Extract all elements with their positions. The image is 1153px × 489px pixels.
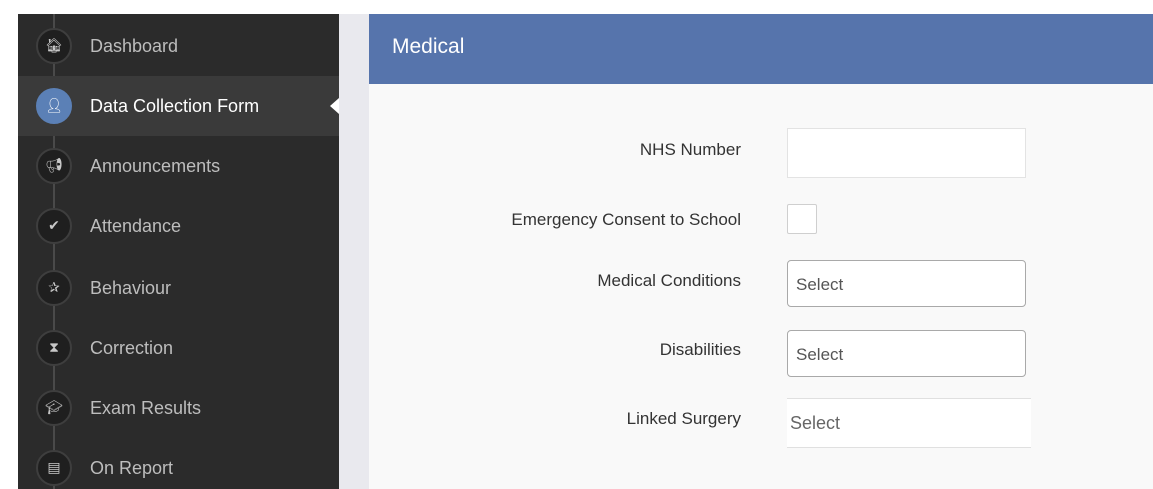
sidebar-item-on-report[interactable]: ▤ On Report [18, 438, 339, 489]
sidebar-item-label: Data Collection Form [90, 95, 260, 116]
sidebar-nav: 🏠︎ Dashboard 👤︎ Data Collection Form 📢︎ … [18, 14, 339, 489]
user-icon: 👤︎ [36, 88, 72, 124]
disabilities-label: Disabilities [659, 340, 741, 359]
disabilities-select[interactable]: Select [787, 330, 1026, 377]
nhs-number-input[interactable] [787, 128, 1026, 178]
sidebar-item-label: Announcements [90, 155, 221, 176]
medical-conditions-label: Medical Conditions [597, 271, 741, 290]
content-gutter [339, 14, 369, 489]
linked-surgery-select[interactable]: Select [787, 398, 1031, 448]
home-icon: 🏠︎ [36, 28, 72, 64]
emergency-consent-label: Emergency Consent to School [511, 210, 741, 229]
sidebar-item-correction[interactable]: ⧗ Correction [18, 318, 339, 378]
sidebar-item-label: Dashboard [90, 35, 179, 56]
hourglass-icon: ⧗ [36, 330, 72, 366]
sidebar-item-attendance[interactable]: ✔ Attendance [18, 196, 339, 256]
bullhorn-icon: 📢︎ [36, 148, 72, 184]
sidebar-item-label: Exam Results [90, 397, 202, 418]
select-value: Select [796, 275, 844, 294]
graduation-cap-icon: 🎓︎ [36, 390, 72, 426]
linked-surgery-label: Linked Surgery [626, 409, 741, 428]
medical-conditions-select[interactable]: Select [787, 260, 1026, 307]
sidebar-item-label: Correction [90, 337, 174, 358]
panel-title: Medical [392, 35, 465, 58]
sidebar-item-announcements[interactable]: 📢︎ Announcements [18, 136, 339, 196]
star-icon: ✰ [36, 270, 72, 306]
emergency-consent-checkbox[interactable] [787, 204, 817, 234]
sidebar-item-label: On Report [90, 457, 174, 478]
panel-header: Medical [369, 14, 1153, 84]
check-icon: ✔ [36, 208, 72, 244]
medical-panel: Medical NHS Number Emergency Consent to … [369, 14, 1153, 489]
app-window: 🏠︎ Dashboard 👤︎ Data Collection Form 📢︎ … [0, 0, 1153, 489]
nhs-number-label: NHS Number [639, 140, 741, 159]
sidebar-item-behaviour[interactable]: ✰ Behaviour [18, 258, 339, 318]
document-icon: ▤ [36, 450, 72, 486]
sidebar-item-dashboard[interactable]: 🏠︎ Dashboard [18, 16, 339, 76]
select-value: Select [790, 413, 841, 433]
sidebar-item-label: Behaviour [90, 277, 172, 298]
active-indicator-caret [330, 98, 339, 114]
sidebar-item-data-collection-form[interactable]: 👤︎ Data Collection Form [18, 76, 339, 136]
medical-form: NHS Number Emergency Consent to School M… [369, 84, 1153, 489]
sidebar-item-label: Attendance [90, 215, 182, 236]
select-value: Select [796, 345, 844, 364]
sidebar-item-exam-results[interactable]: 🎓︎ Exam Results [18, 378, 339, 438]
